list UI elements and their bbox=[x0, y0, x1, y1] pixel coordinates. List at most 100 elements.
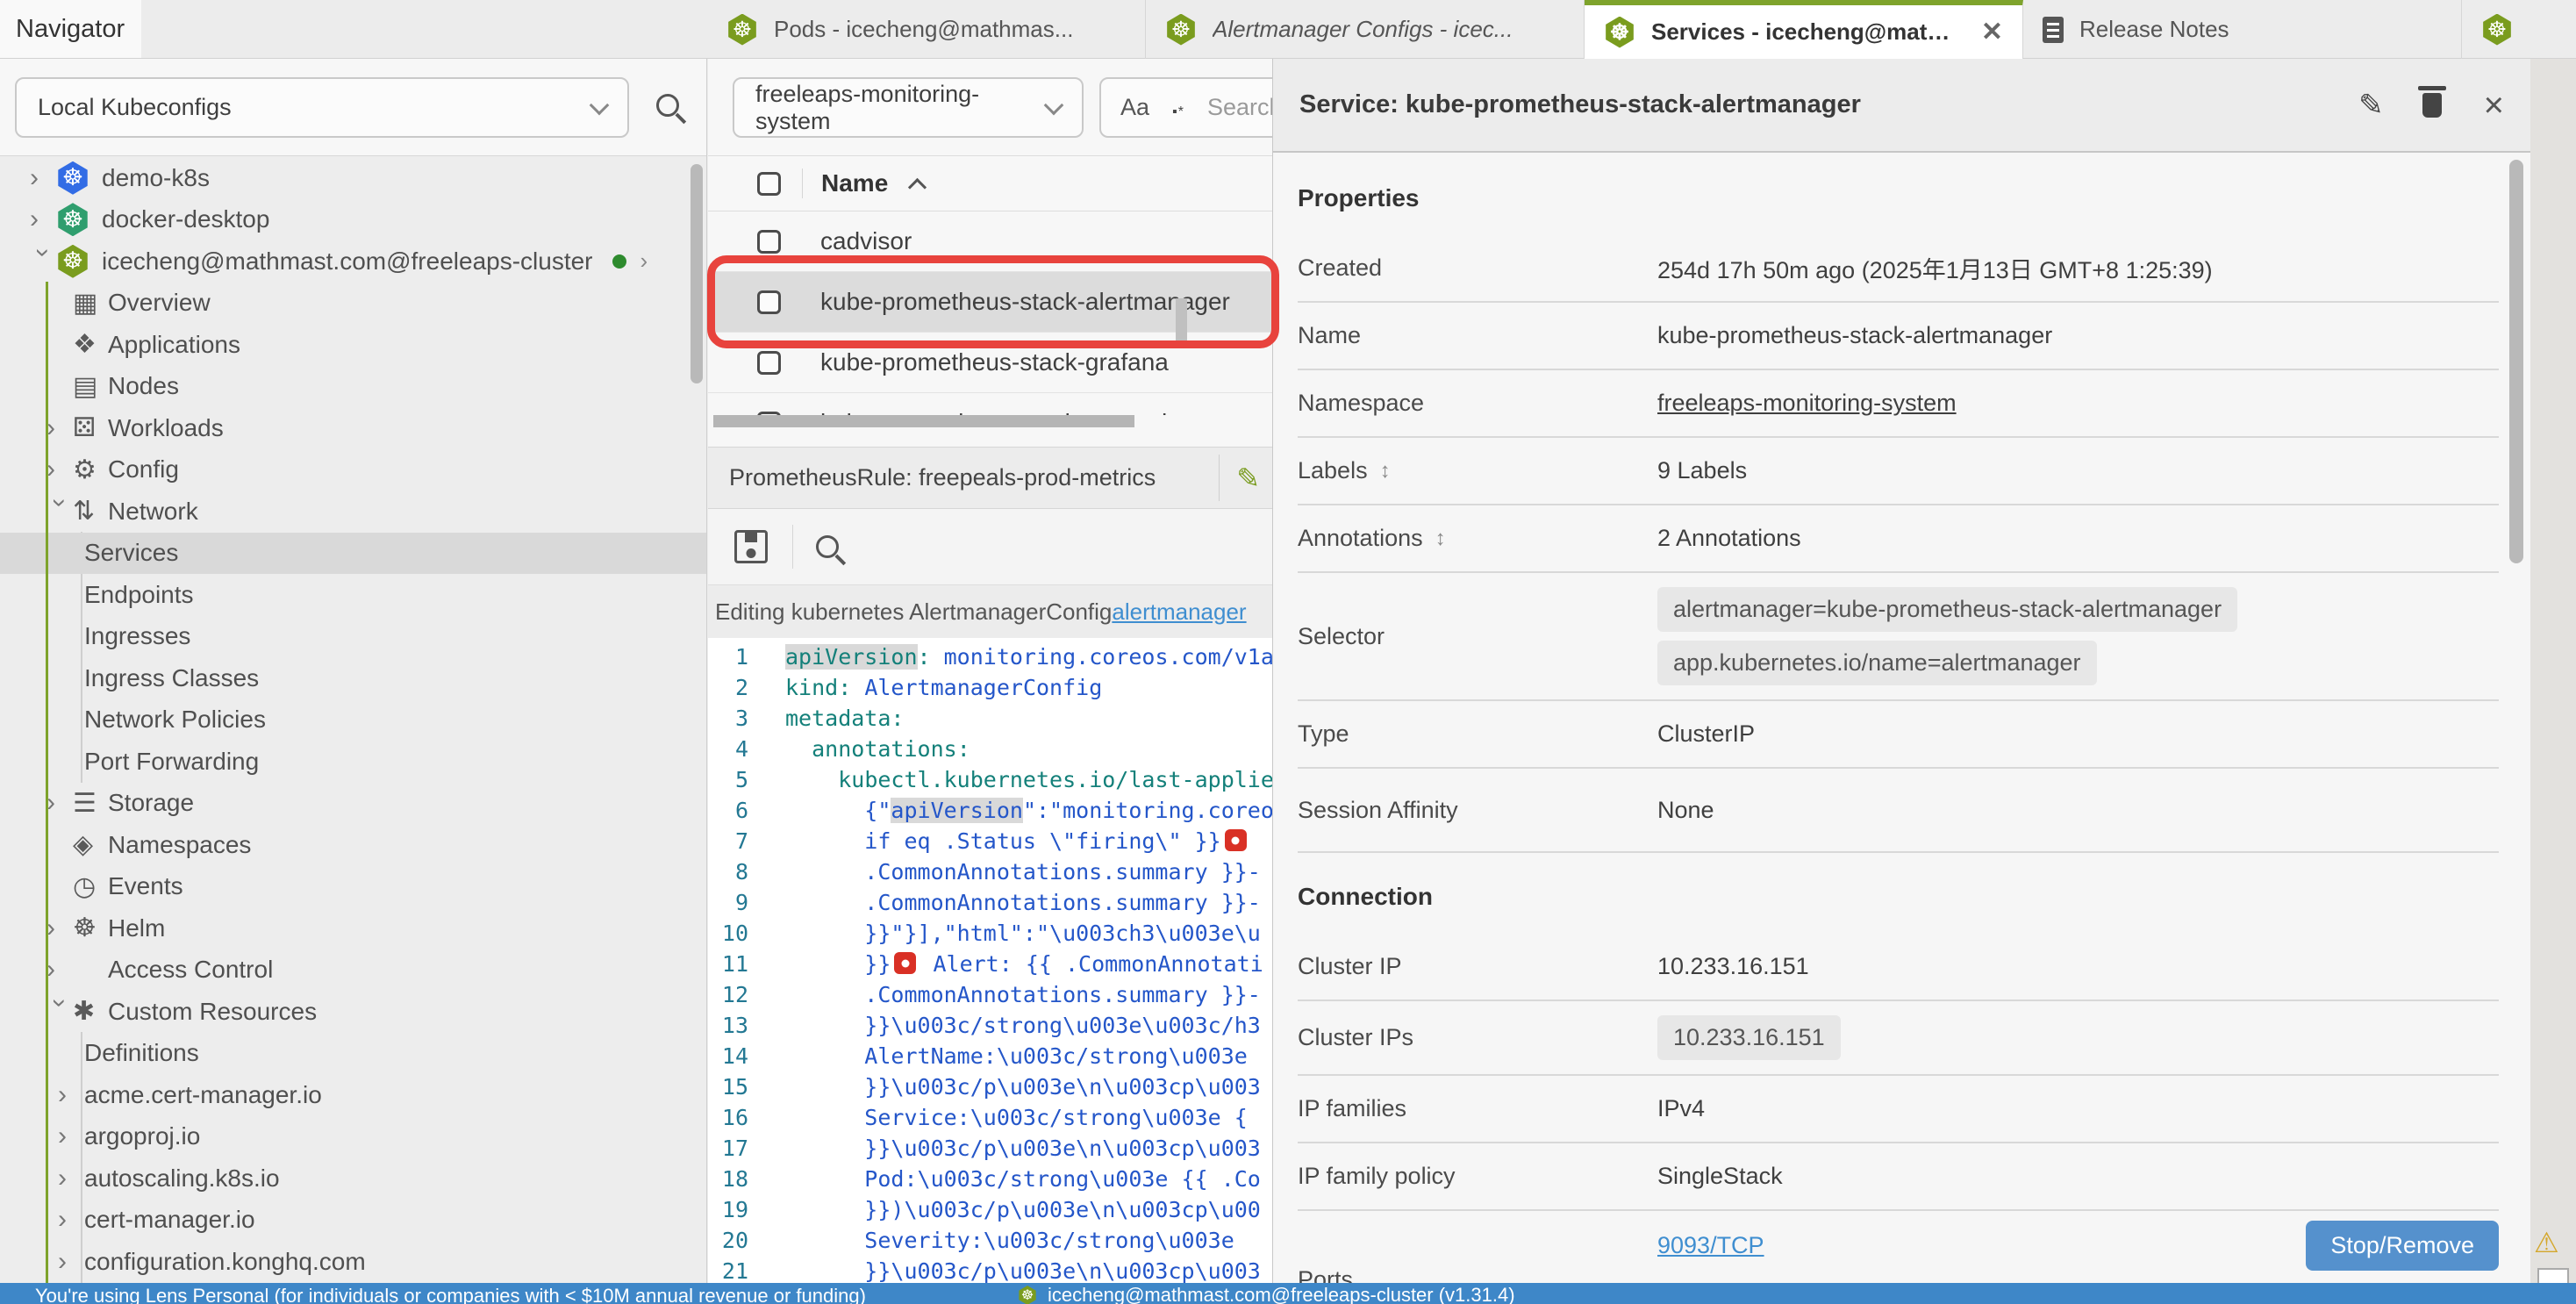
chevron-right-icon[interactable]: › bbox=[58, 1207, 84, 1233]
select-all-checkbox[interactable] bbox=[757, 172, 781, 196]
horizontal-scrollbar[interactable] bbox=[713, 415, 1134, 427]
sidebar-item-definitions[interactable]: Definitions bbox=[0, 1033, 706, 1075]
sort-ascending-icon[interactable] bbox=[908, 177, 927, 196]
alarm-emoji bbox=[894, 952, 916, 974]
row-checkbox[interactable] bbox=[757, 290, 781, 314]
tab-services-icecheng-math[interactable]: ☸ Services - icecheng@math... ✕ bbox=[1585, 0, 2023, 59]
sidebar-item-workloads[interactable]: ›⚄Workloads bbox=[0, 407, 706, 449]
namespaces-icon: ◈ bbox=[73, 829, 108, 860]
chevron-right-icon[interactable]: › bbox=[58, 1249, 84, 1275]
tab-release-notes[interactable]: Release Notes bbox=[2023, 0, 2462, 59]
sidebar-item-helm[interactable]: ›☸Helm bbox=[0, 907, 706, 949]
port-link[interactable]: 9093/TCP bbox=[1657, 1232, 1764, 1259]
detail-value-link[interactable]: freeleaps-monitoring-system bbox=[1657, 390, 1957, 417]
sidebar-item-storage[interactable]: ›☰Storage bbox=[0, 783, 706, 825]
table-row-cadvisor[interactable]: cadvisor bbox=[708, 211, 1272, 272]
tab-partial[interactable]: ☸ bbox=[2462, 0, 2569, 59]
stop-remove-button[interactable]: Stop/Remove bbox=[2306, 1221, 2499, 1271]
editor-search-icon[interactable] bbox=[816, 535, 839, 558]
detail-row-cluster-ips: Cluster IPs 10.233.16.151 bbox=[1298, 1001, 2499, 1076]
kubernetes-icon: ☸ bbox=[1604, 17, 1635, 48]
sidebar-item-custom-resources[interactable]: ›✱Custom Resources bbox=[0, 991, 706, 1033]
row-checkbox[interactable] bbox=[757, 351, 781, 375]
namespace-select[interactable]: freeleaps-monitoring-system bbox=[733, 77, 1084, 138]
badge-list: 10.233.16.151 bbox=[1657, 1001, 1841, 1074]
detail-panel-scrollbar[interactable] bbox=[2509, 160, 2523, 563]
regex-toggle[interactable]: ▪* bbox=[1172, 93, 1184, 123]
line-number: 17 bbox=[708, 1136, 785, 1161]
chevron-right-icon[interactable]: › bbox=[47, 790, 73, 816]
sidebar-item-services[interactable]: Services bbox=[0, 533, 706, 575]
tab-pods-icecheng-mathmas[interactable]: ☸Pods - icecheng@mathmas... bbox=[707, 0, 1146, 59]
chevron-right-icon[interactable]: › bbox=[640, 247, 648, 275]
edit-pencil-icon[interactable]: ✎ bbox=[2358, 88, 2384, 123]
line-number: 9 bbox=[708, 890, 785, 915]
match-case-toggle[interactable]: Aa bbox=[1120, 94, 1149, 121]
active-cluster-status[interactable]: ☸ icecheng@mathmast.com@freeleaps-cluste… bbox=[1018, 1284, 1515, 1304]
table-vertical-scrollbar[interactable] bbox=[1176, 298, 1187, 342]
edit-pencil-icon[interactable]: ✎ bbox=[1236, 462, 1260, 495]
tab-label: Services - icecheng@math... bbox=[1651, 18, 1960, 46]
sidebar-item-namespaces[interactable]: ◈Namespaces bbox=[0, 824, 706, 866]
chevron-right-icon[interactable]: › bbox=[58, 1082, 84, 1108]
line-number: 5 bbox=[708, 767, 785, 792]
sidebar-item-demo-k8s[interactable]: ›☸demo-k8s bbox=[0, 157, 706, 199]
sort-icon[interactable]: ↕ bbox=[1380, 459, 1391, 484]
sidebar-item-ingress-classes[interactable]: Ingress Classes bbox=[0, 657, 706, 699]
row-checkbox[interactable] bbox=[757, 230, 781, 254]
detail-label: Selector bbox=[1298, 623, 1657, 650]
close-icon[interactable]: ✕ bbox=[1981, 17, 2003, 47]
sidebar-item-network-policies[interactable]: Network Policies bbox=[0, 699, 706, 742]
sidebar-item-config[interactable]: ›⚙Config bbox=[0, 449, 706, 491]
editing-resource-link[interactable]: alertmanager bbox=[1112, 598, 1246, 626]
table-row-kube-prometheus-stack-prometheus[interactable]: kube-prometheus-stack-prometheus bbox=[708, 393, 1272, 415]
sort-icon[interactable]: ↕ bbox=[1435, 527, 1446, 551]
sidebar-item-cert-manager-io[interactable]: ›cert-manager.io bbox=[0, 1200, 706, 1242]
sidebar-item-argoproj-io[interactable]: ›argoproj.io bbox=[0, 1116, 706, 1158]
name-column-header[interactable]: Name bbox=[821, 169, 888, 197]
delete-trash-icon[interactable] bbox=[2422, 93, 2442, 118]
sidebar-item-events[interactable]: ◷Events bbox=[0, 866, 706, 908]
sidebar-scrollbar[interactable] bbox=[691, 164, 703, 383]
sidebar-item-applications[interactable]: ❖Applications bbox=[0, 324, 706, 366]
chevron-right-icon[interactable]: › bbox=[30, 165, 56, 191]
search-icon[interactable] bbox=[656, 94, 679, 117]
chevron-down-icon[interactable]: › bbox=[47, 999, 73, 1025]
sidebar-item-access-control[interactable]: ›Access Control bbox=[0, 949, 706, 992]
tab-alertmanager-configs-icec[interactable]: ☸Alertmanager Configs - icec... bbox=[1146, 0, 1585, 59]
sidebar-item-configuration-konghq-com[interactable]: ›configuration.konghq.com bbox=[0, 1241, 706, 1283]
chevron-down-icon[interactable]: › bbox=[47, 498, 73, 525]
sidebar-item-icecheng-mathmast-com-freeleaps-cluster[interactable]: ›☸icecheng@mathmast.com@freeleaps-cluste… bbox=[0, 240, 706, 283]
chevron-right-icon[interactable]: › bbox=[58, 1165, 84, 1192]
sidebar-item-autoscaling-k8s-io[interactable]: ›autoscaling.k8s.io bbox=[0, 1157, 706, 1200]
detail-label-text: IP families bbox=[1298, 1095, 1406, 1122]
table-row-kube-prometheus-stack-grafana[interactable]: kube-prometheus-stack-grafana bbox=[708, 333, 1272, 393]
row-name: kube-prometheus-stack-grafana bbox=[820, 348, 1169, 376]
table-row-kube-prometheus-stack-alertmanager[interactable]: kube-prometheus-stack-alertmanager bbox=[708, 272, 1272, 333]
detail-label: Name bbox=[1298, 322, 1657, 349]
chevron-right-icon[interactable]: › bbox=[47, 915, 73, 942]
chevron-down-icon[interactable]: › bbox=[30, 248, 56, 275]
sidebar-item-overview[interactable]: ▦Overview bbox=[0, 283, 706, 325]
detail-label-text: Namespace bbox=[1298, 390, 1424, 417]
yaml-editor[interactable]: 1apiVersion: monitoring.coreos.com/v1alp… bbox=[708, 638, 1272, 1283]
sidebar-item-port-forwarding[interactable]: Port Forwarding bbox=[0, 741, 706, 783]
sidebar-item-docker-desktop[interactable]: ›☸docker-desktop bbox=[0, 199, 706, 241]
sidebar-item-acme-cert-manager-io[interactable]: ›acme.cert-manager.io bbox=[0, 1074, 706, 1116]
chevron-right-icon[interactable]: › bbox=[47, 957, 73, 983]
detail-label-text: Cluster IPs bbox=[1298, 1024, 1413, 1051]
sidebar-item-network[interactable]: ›⇅Network bbox=[0, 491, 706, 533]
connected-status-dot bbox=[612, 254, 626, 269]
sidebar-item-endpoints[interactable]: Endpoints bbox=[0, 574, 706, 616]
chevron-right-icon[interactable]: › bbox=[58, 1123, 84, 1150]
chevron-right-icon[interactable]: › bbox=[47, 456, 73, 483]
chevron-right-icon[interactable]: › bbox=[30, 206, 56, 233]
sidebar-item-label: docker-desktop bbox=[102, 205, 269, 233]
sidebar-item-ingresses[interactable]: Ingresses bbox=[0, 616, 706, 658]
chevron-right-icon[interactable]: › bbox=[47, 415, 73, 441]
search-input[interactable]: Aa ▪* Search bbox=[1099, 77, 1272, 138]
save-icon[interactable] bbox=[734, 530, 768, 563]
sidebar-item-nodes[interactable]: ▤Nodes bbox=[0, 366, 706, 408]
close-icon[interactable]: × bbox=[2484, 88, 2504, 123]
kubeconfig-select[interactable]: Local Kubeconfigs bbox=[15, 77, 629, 138]
